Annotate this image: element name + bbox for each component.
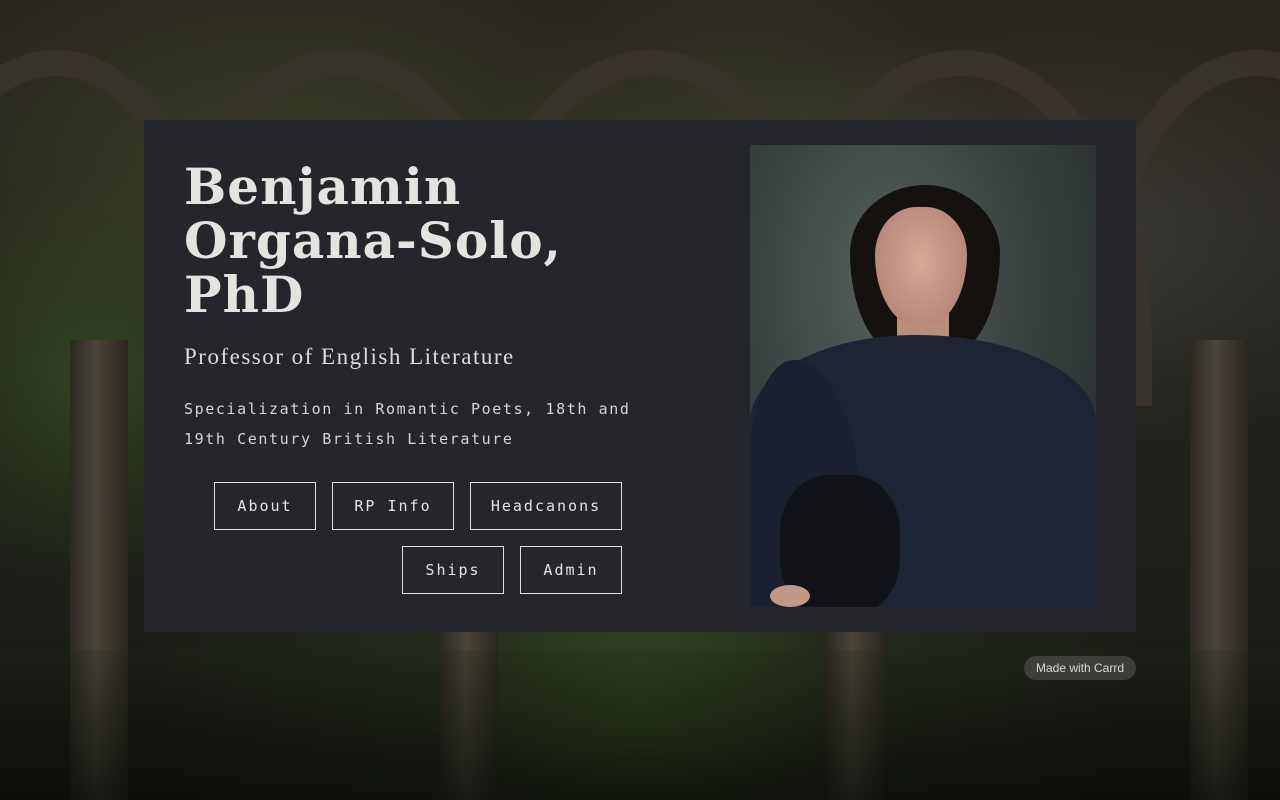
rp-info-button[interactable]: RP Info	[332, 482, 454, 530]
profile-title: Professor of English Literature	[184, 344, 515, 369]
about-button[interactable]: About	[214, 482, 316, 530]
admin-button[interactable]: Admin	[520, 546, 622, 594]
profile-specialization: Specialization in Romantic Poets, 18th a…	[184, 400, 631, 448]
portrait-photo	[750, 145, 1096, 607]
portrait-hand	[770, 585, 810, 607]
profile-card: Benjamin Organa-Solo, PhD Professor of E…	[144, 120, 1136, 632]
made-with-carrd-badge[interactable]: Made with Carrd	[1024, 656, 1136, 680]
headcanons-button[interactable]: Headcanons	[470, 482, 622, 530]
profile-name: Benjamin Organa-Solo, PhD	[184, 157, 562, 324]
ships-button[interactable]: Ships	[402, 546, 504, 594]
